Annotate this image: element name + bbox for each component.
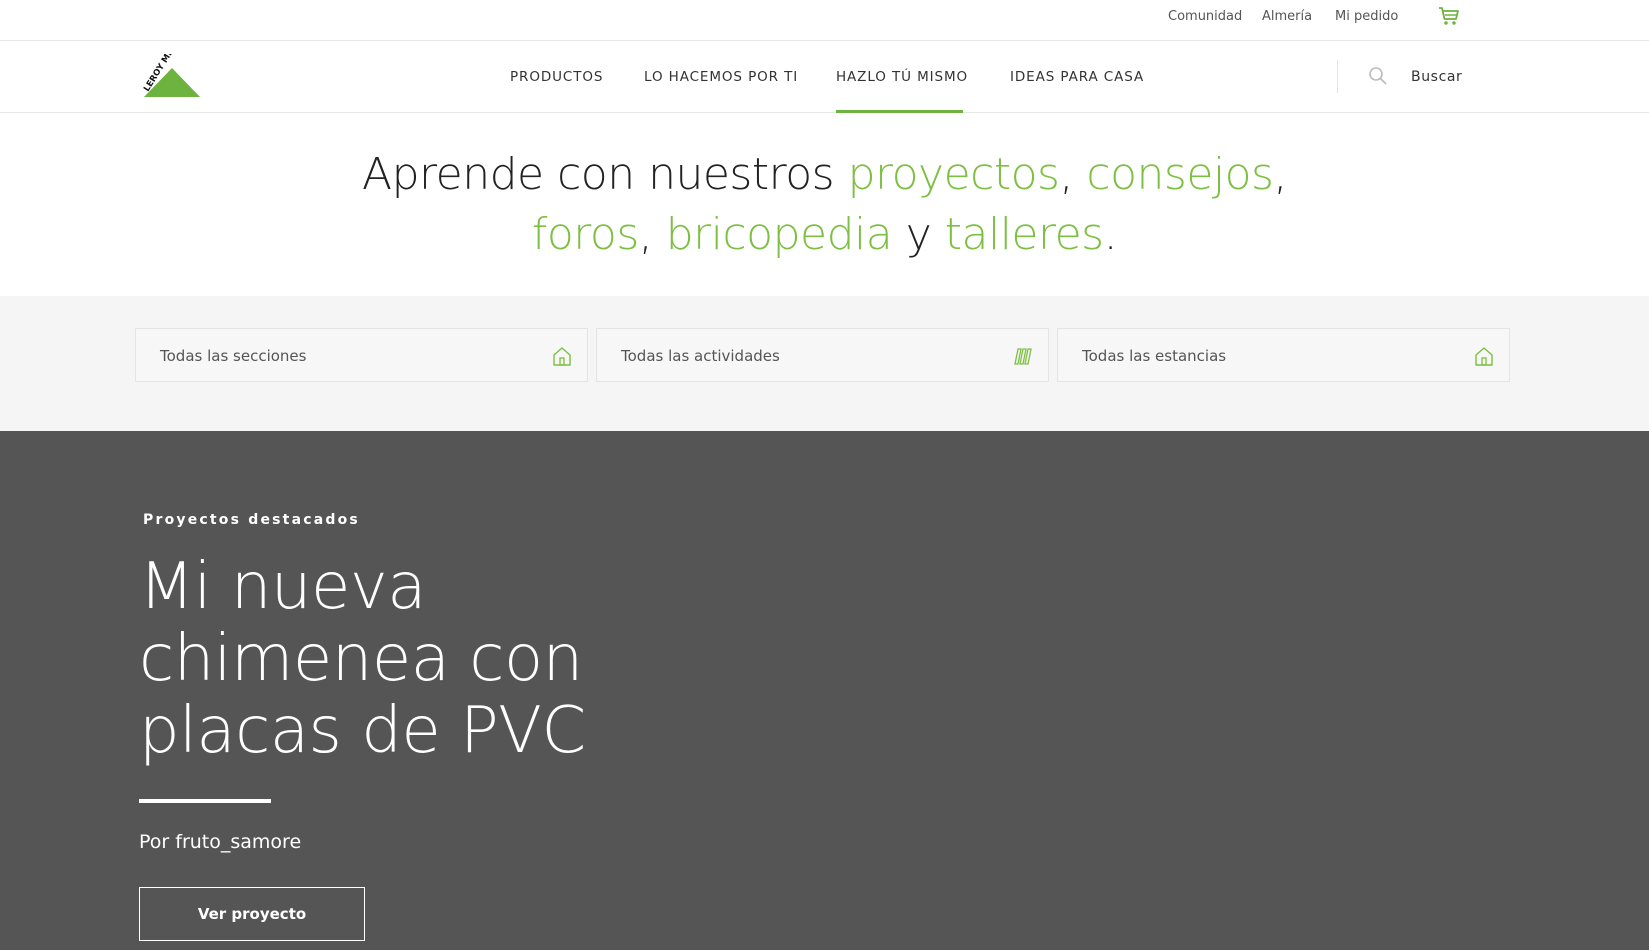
filter-label: Todas las secciones xyxy=(160,347,307,365)
sections-filter[interactable]: Todas las secciones xyxy=(135,328,588,382)
cart-icon[interactable] xyxy=(1438,6,1460,26)
headline-line-2: foros, bricopedia y talleres. xyxy=(0,205,1649,265)
headline-comma: , xyxy=(638,209,666,260)
headline-period: . xyxy=(1103,209,1118,260)
activities-filter[interactable]: Todas las actividades xyxy=(596,328,1049,382)
nav-ideas-para-casa[interactable]: IDEAS PARA CASA xyxy=(1010,69,1144,85)
filters-band: Todas las secciones Todas las actividade… xyxy=(0,296,1649,431)
featured-author: Por fruto_samore xyxy=(139,831,302,853)
house-icon xyxy=(1475,347,1493,366)
leroy-merlin-logo[interactable]: LEROY MERLIN xyxy=(138,54,208,98)
nav-hazlo-tu-mismo[interactable]: HAZLO TÚ MISMO xyxy=(836,69,968,85)
link-bricopedia[interactable]: bricopedia xyxy=(666,209,893,260)
store-location-link[interactable]: Almería xyxy=(1262,9,1312,24)
filter-label: Todas las estancias xyxy=(1082,347,1227,365)
search-icon[interactable] xyxy=(1368,66,1388,86)
headline-prefix: Aprende con nuestros xyxy=(362,149,848,200)
link-proyectos[interactable]: proyectos xyxy=(848,149,1060,200)
featured-title: Mi nueva chimenea con placas de PVC xyxy=(139,550,586,768)
headline-y: y xyxy=(892,209,945,260)
headline-comma: , xyxy=(1273,149,1287,200)
headline-comma: , xyxy=(1059,149,1087,200)
featured-eyebrow: Proyectos destacados xyxy=(143,512,360,528)
utility-bar: Comunidad Almería Mi pedido xyxy=(0,0,1649,41)
link-talleres[interactable]: talleres xyxy=(945,209,1104,260)
community-link[interactable]: Comunidad xyxy=(1168,9,1242,24)
view-project-button[interactable]: Ver proyecto xyxy=(139,887,365,941)
link-foros[interactable]: foros xyxy=(532,209,639,260)
featured-project-section: Proyectos destacados Mi nueva chimenea c… xyxy=(0,431,1649,950)
my-order-link[interactable]: Mi pedido xyxy=(1335,9,1398,24)
filter-label: Todas las actividades xyxy=(621,347,780,365)
house-icon xyxy=(553,347,571,366)
main-header: LEROY MERLIN PRODUCTOS LO HACEMOS POR TI… xyxy=(0,41,1649,113)
hero-headline: Aprende con nuestros proyectos, consejos… xyxy=(0,145,1649,265)
title-underline xyxy=(139,799,271,803)
active-nav-indicator xyxy=(836,110,963,113)
link-consejos[interactable]: consejos xyxy=(1086,149,1274,200)
nav-productos[interactable]: PRODUCTOS xyxy=(510,69,603,85)
tools-icon xyxy=(1014,348,1032,365)
header-divider xyxy=(1337,60,1338,93)
search-button[interactable]: Buscar xyxy=(1411,69,1462,85)
nav-lo-hacemos-por-ti[interactable]: LO HACEMOS POR TI xyxy=(644,69,798,85)
headline-line-1: Aprende con nuestros proyectos, consejos… xyxy=(0,145,1649,205)
rooms-filter[interactable]: Todas las estancias xyxy=(1057,328,1510,382)
